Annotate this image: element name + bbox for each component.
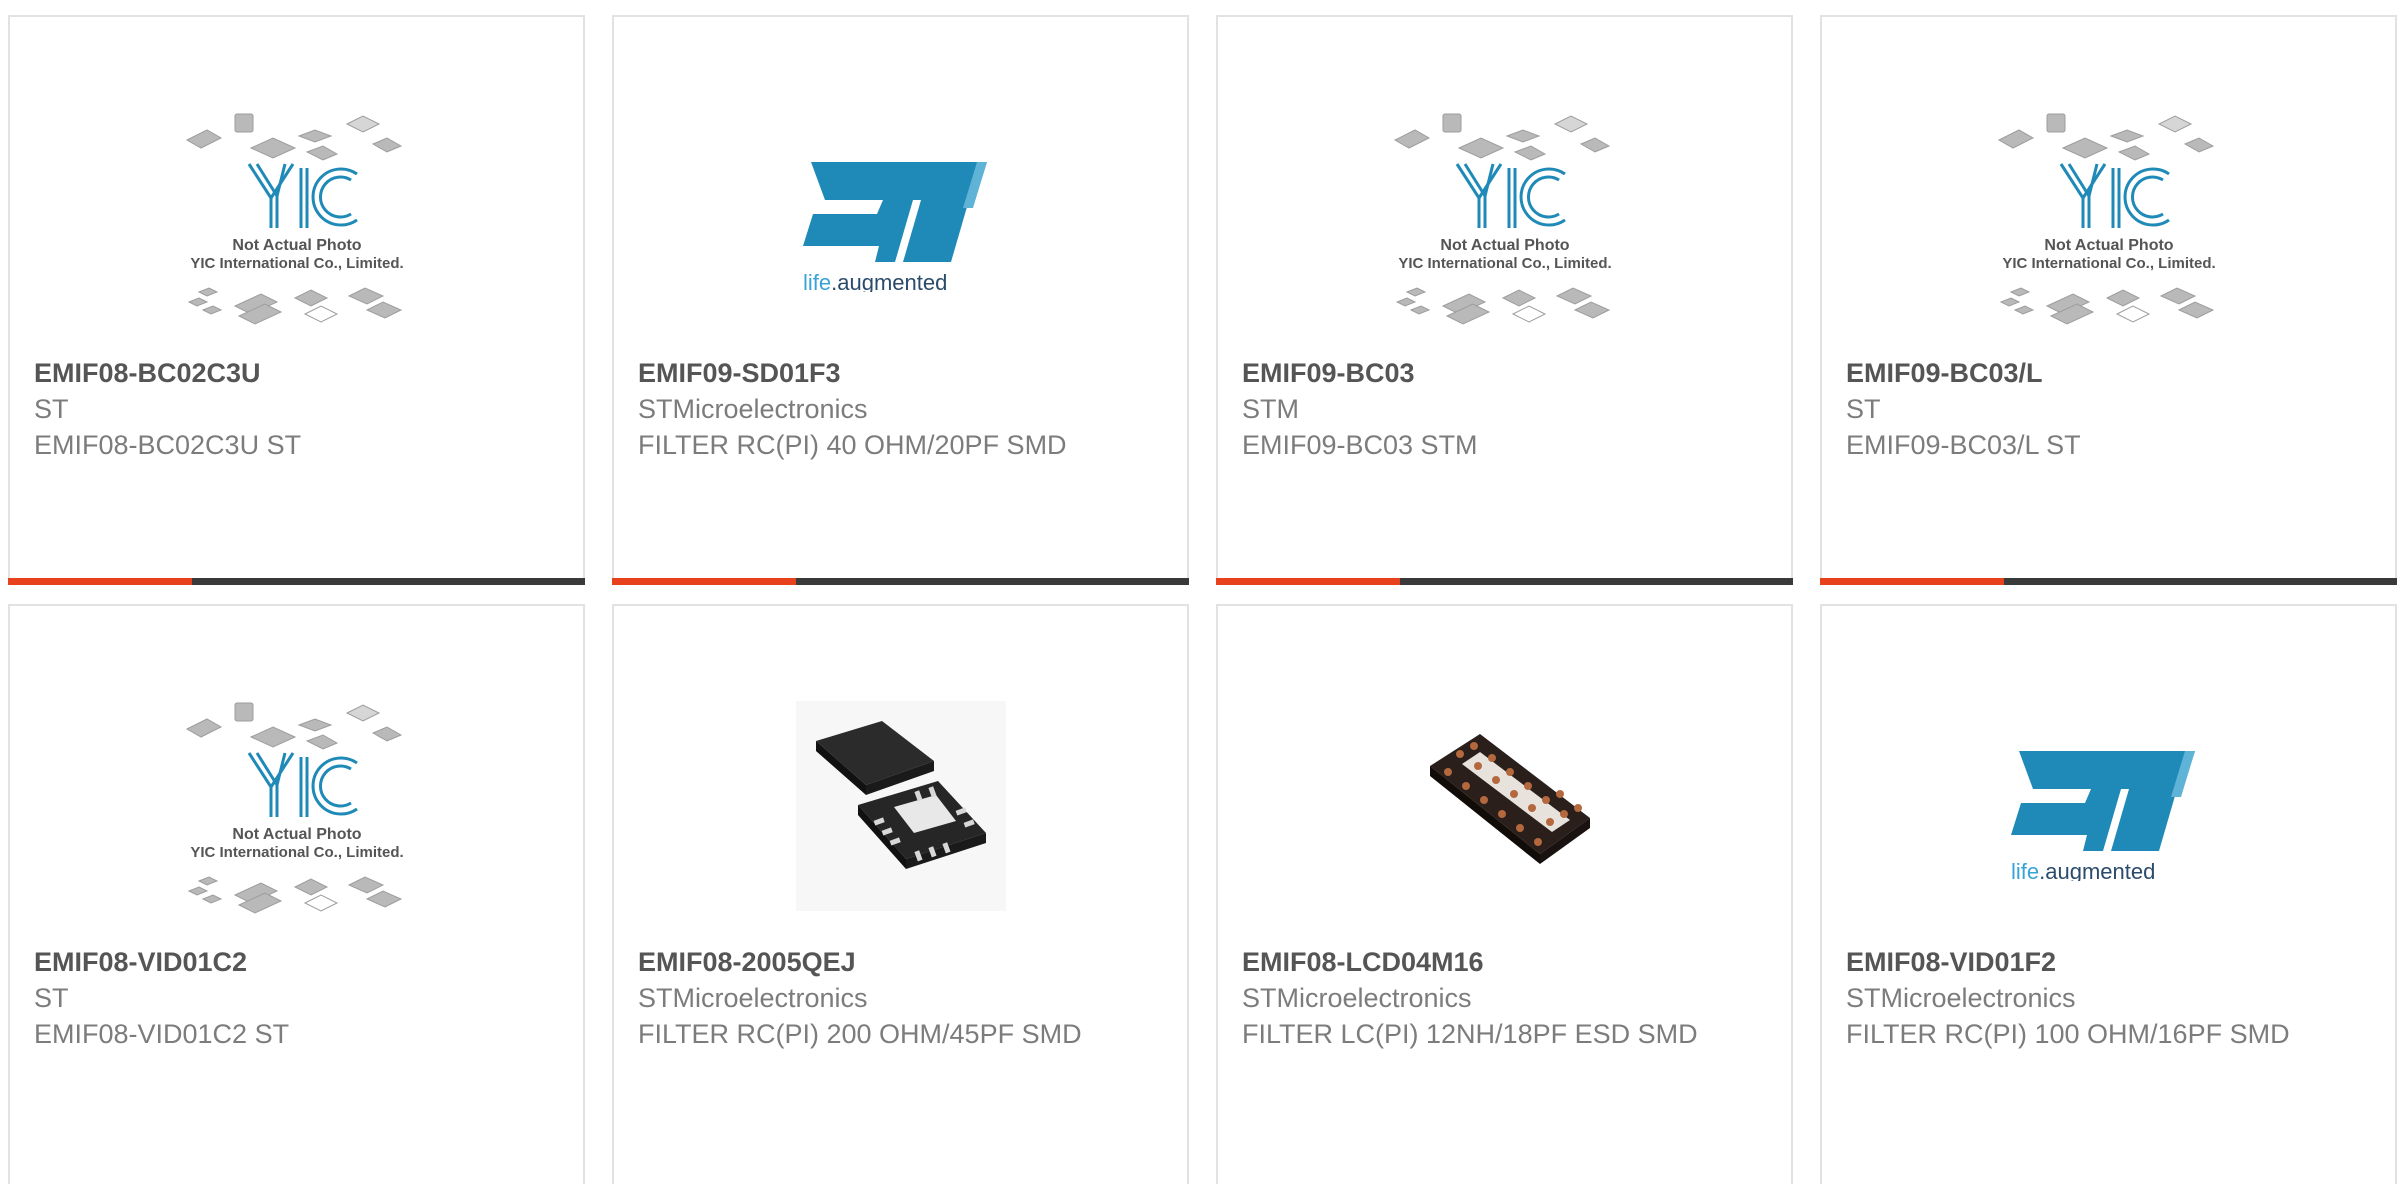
product-thumbnail[interactable]: [1218, 656, 1791, 956]
product-thumbnail[interactable]: [1822, 67, 2395, 367]
st-logo-image: life.augmented: [802, 162, 987, 292]
part-number[interactable]: EMIF08-2005QEJ: [638, 947, 856, 977]
part-number[interactable]: EMIF08-VID01F2: [1846, 947, 2056, 977]
card-progress-accent: [1820, 578, 2004, 585]
part-number[interactable]: EMIF08-BC02C3U: [34, 358, 261, 388]
manufacturer: STMicroelectronics: [638, 394, 868, 424]
card-progress-accent: [612, 578, 796, 585]
card-progress-bar: [1820, 578, 2397, 585]
yic-placeholder-image: [185, 112, 405, 326]
product-card[interactable]: EMIF08-BC02C3U ST EMIF08-BC02C3U ST: [8, 15, 585, 585]
description: EMIF09-BC03 STM: [1242, 430, 1478, 460]
product-card[interactable]: life.augmented EMIF08-VID01F2 STMicroele…: [1820, 604, 2397, 1184]
manufacturer: STMicroelectronics: [1846, 983, 2076, 1013]
product-thumbnail[interactable]: [10, 656, 583, 956]
product-thumbnail[interactable]: [614, 656, 1187, 956]
part-number[interactable]: EMIF09-BC03: [1242, 358, 1415, 388]
dfn-chip-image: [1429, 734, 1590, 864]
part-number[interactable]: EMIF08-LCD04M16: [1242, 947, 1484, 977]
qfn-chip-image: [795, 701, 1006, 911]
product-card[interactable]: EMIF09-BC03/L ST EMIF09-BC03/L ST: [1820, 15, 2397, 585]
card-progress-accent: [8, 578, 192, 585]
card-progress-bar: [8, 578, 585, 585]
product-card[interactable]: life.augmented EMIF09-SD01F3 STMicroelec…: [612, 15, 1189, 585]
card-progress-accent: [1216, 578, 1400, 585]
description: FILTER RC(PI) 40 OHM/20PF SMD: [638, 430, 1067, 460]
product-thumbnail[interactable]: life.augmented: [614, 67, 1187, 367]
product-thumbnail[interactable]: life.augmented: [1822, 656, 2395, 956]
yic-placeholder-image: [1997, 112, 2217, 326]
description: FILTER LC(PI) 12NH/18PF ESD SMD: [1242, 1019, 1698, 1049]
part-number[interactable]: EMIF09-SD01F3: [638, 358, 841, 388]
description: EMIF09-BC03/L ST: [1846, 430, 2081, 460]
manufacturer: STMicroelectronics: [1242, 983, 1472, 1013]
part-number[interactable]: EMIF08-VID01C2: [34, 947, 247, 977]
part-number[interactable]: EMIF09-BC03/L: [1846, 358, 2043, 388]
product-grid: EMIF08-BC02C3U ST EMIF08-BC02C3U ST life…: [0, 0, 2400, 1184]
product-thumbnail[interactable]: [1218, 67, 1791, 367]
description: EMIF08-BC02C3U ST: [34, 430, 302, 460]
card-progress-bar: [1216, 578, 1793, 585]
manufacturer: STMicroelectronics: [638, 983, 868, 1013]
manufacturer: ST: [34, 394, 69, 424]
product-card[interactable]: EMIF08-VID01C2 ST EMIF08-VID01C2 ST: [8, 604, 585, 1184]
st-logo-image: life.augmented: [2010, 751, 2195, 881]
yic-placeholder-image: [185, 701, 405, 915]
manufacturer: ST: [34, 983, 69, 1013]
product-card[interactable]: EMIF08-LCD04M16 STMicroelectronics FILTE…: [1216, 604, 1793, 1184]
manufacturer: ST: [1846, 394, 1881, 424]
yic-placeholder-image: [1393, 112, 1613, 326]
product-card[interactable]: EMIF09-BC03 STM EMIF09-BC03 STM: [1216, 15, 1793, 585]
manufacturer: STM: [1242, 394, 1299, 424]
card-progress-bar: [612, 578, 1189, 585]
description: FILTER RC(PI) 200 OHM/45PF SMD: [638, 1019, 1082, 1049]
st-tagline: life.augmented: [2011, 859, 2155, 881]
product-thumbnail[interactable]: [10, 67, 583, 367]
st-tagline: life.augmented: [803, 270, 947, 292]
description: FILTER RC(PI) 100 OHM/16PF SMD: [1846, 1019, 2290, 1049]
product-card[interactable]: EMIF08-2005QEJ STMicroelectronics FILTER…: [612, 604, 1189, 1184]
description: EMIF08-VID01C2 ST: [34, 1019, 290, 1049]
